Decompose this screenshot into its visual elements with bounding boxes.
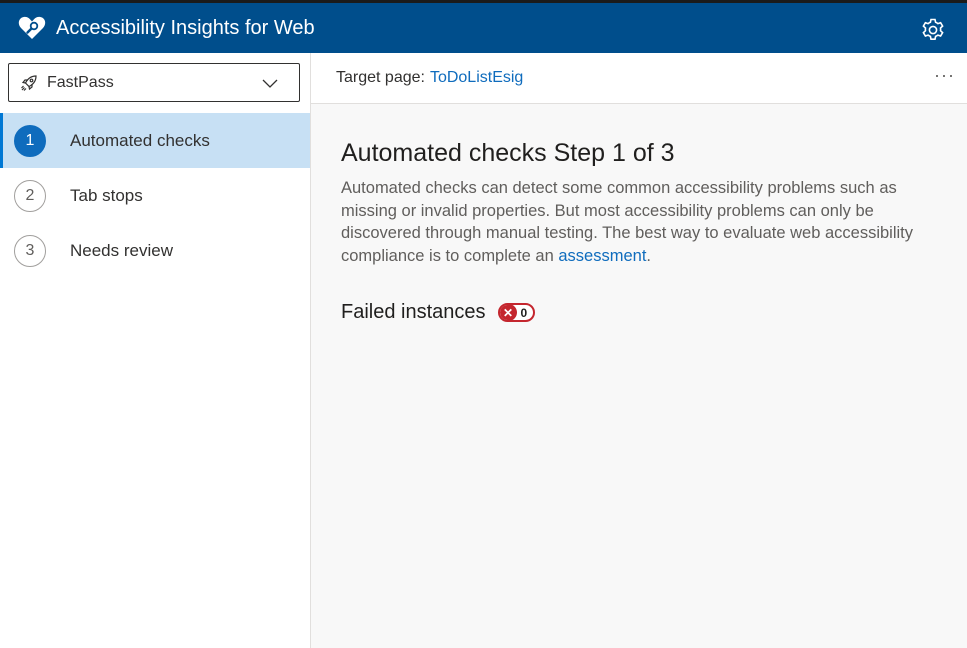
failed-count-badge: ✕ 0 [497,303,536,322]
assessment-link[interactable]: assessment [558,247,646,265]
description: Automated checks can detect some common … [341,177,941,267]
rocket-icon [20,74,38,92]
heart-magnifier-icon [17,13,47,43]
target-page-link[interactable]: ToDoListEsig [430,69,523,87]
error-x-icon: ✕ [499,305,517,320]
target-page-bar: Target page: ToDoListEsig [311,53,967,104]
failed-instances-section: Failed instances ✕ 0 [341,301,536,324]
app-header: Accessibility Insights for Web [0,0,967,53]
app-title: Accessibility Insights for Web [56,16,315,39]
page-title: Automated checks Step 1 of 3 [341,139,675,167]
sidebar: FastPass 1 Automated checks 2 Tab stops … [0,53,311,648]
step-number-badge: 3 [14,234,46,267]
failed-instances-label: Failed instances [341,301,486,323]
nav-step-automated-checks[interactable]: 1 Automated checks [0,113,310,168]
mode-dropdown[interactable]: FastPass [8,63,300,102]
nav-step-needs-review[interactable]: 3 Needs review [0,223,310,278]
step-number-badge: 1 [14,124,46,157]
failed-count: 0 [520,305,528,320]
nav-step-label: Automated checks [70,130,210,150]
main-content: Target page: ToDoListEsig ··· Automated … [311,53,967,648]
target-page-label: Target page: [336,69,425,86]
nav-step-label: Tab stops [70,185,143,205]
step-number-badge: 2 [14,179,46,212]
chevron-down-icon [261,75,279,91]
ellipsis-icon[interactable]: ··· [934,65,955,86]
description-period: . [646,246,652,265]
nav-step-tab-stops[interactable]: 2 Tab stops [0,168,310,223]
dropdown-value: FastPass [47,73,114,91]
nav-step-label: Needs review [70,240,173,260]
gear-icon[interactable] [919,16,947,44]
